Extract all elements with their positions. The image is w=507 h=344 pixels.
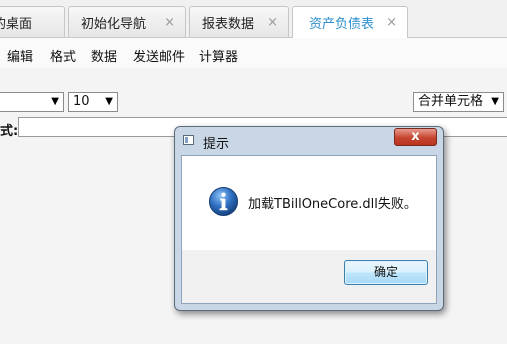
font-size-value: 10 — [73, 94, 90, 109]
dropdown-arrow-icon: ▼ — [51, 96, 59, 107]
alert-dialog: 提示 x 加载TBillOneCore.dll失败。 确定 — [174, 126, 444, 311]
window-icon — [183, 135, 194, 145]
merge-cells-select[interactable]: 合并单元格 ▼ — [413, 92, 504, 112]
tab-label: 初始化导航 — [81, 16, 147, 32]
menu-send-email[interactable]: 发送邮件 — [133, 46, 185, 65]
tab-desktop[interactable]: 的桌面 — [0, 6, 65, 37]
menu-data[interactable]: 数据 — [91, 46, 117, 65]
dialog-titlebar[interactable]: 提示 x — [175, 127, 443, 155]
info-icon — [208, 186, 239, 217]
dialog-message: 加载TBillOneCore.dll失败。 — [248, 197, 417, 212]
spreadsheet-app-window: 的桌面 初始化导航 × 报表数据 × 资产负债表 × 编辑 格式 数据 发送邮件… — [0, 0, 507, 344]
tab-report-data[interactable]: 报表数据 × — [189, 6, 289, 37]
font-select[interactable]: ▼ — [0, 92, 64, 112]
tab-label: 资产负债表 — [309, 17, 375, 32]
tab-close-icon[interactable]: × — [164, 15, 175, 30]
tab-close-icon[interactable]: × — [386, 15, 397, 30]
tab-init-navigation[interactable]: 初始化导航 × — [68, 6, 186, 37]
dialog-message-area: 加载TBillOneCore.dll失败。 — [182, 156, 436, 250]
dialog-body: 加载TBillOneCore.dll失败。 确定 — [181, 155, 437, 304]
tab-strip: 的桌面 初始化导航 × 报表数据 × 资产负债表 × — [0, 0, 507, 38]
formula-label: 式: — [0, 124, 19, 139]
dropdown-arrow-icon: ▼ — [105, 96, 113, 107]
tab-balance-sheet[interactable]: 资产负债表 × — [292, 6, 408, 38]
dialog-title: 提示 — [203, 137, 230, 152]
format-toolbar: ▼ 10 ▼ 合并单元格 ▼ — [0, 90, 507, 114]
dialog-close-button[interactable]: x — [394, 128, 437, 146]
dropdown-arrow-icon: ▼ — [491, 96, 499, 107]
font-size-select[interactable]: 10 ▼ — [68, 92, 118, 112]
menu-bar: 编辑 格式 数据 发送邮件 计算器 — [0, 38, 507, 68]
tab-close-icon[interactable]: × — [267, 15, 278, 30]
merge-cells-value: 合并单元格 — [418, 94, 484, 109]
menu-calculator[interactable]: 计算器 — [199, 46, 238, 65]
tab-label: 的桌面 — [0, 16, 33, 32]
ok-button[interactable]: 确定 — [344, 260, 428, 285]
tab-label: 报表数据 — [202, 16, 255, 32]
menu-format[interactable]: 格式 — [50, 46, 76, 65]
menu-edit[interactable]: 编辑 — [7, 46, 33, 65]
